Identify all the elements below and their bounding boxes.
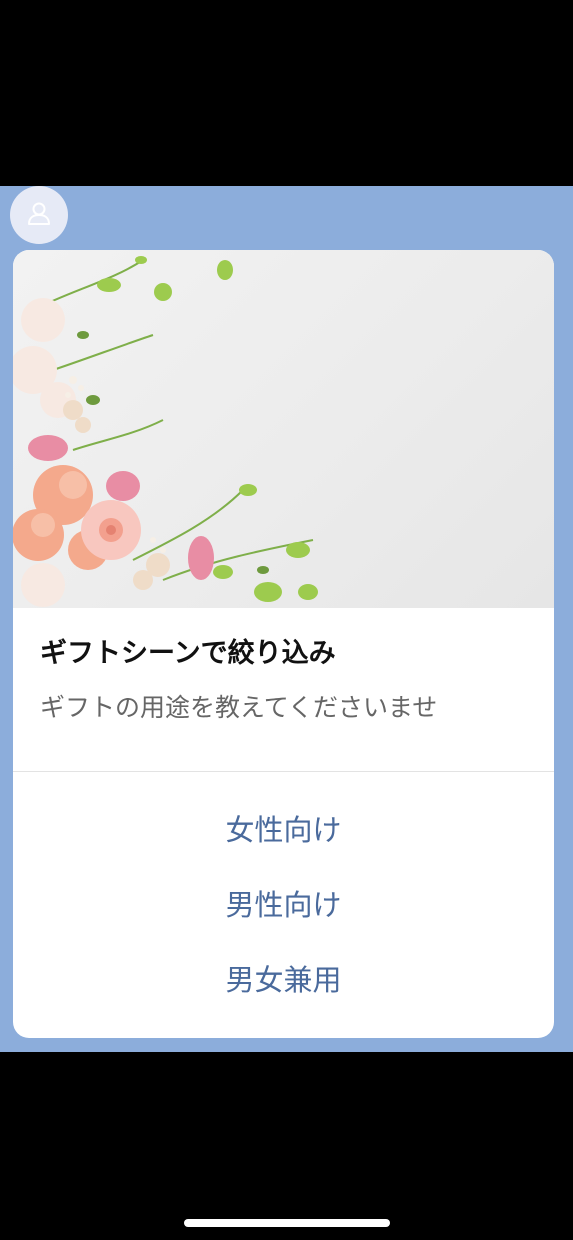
home-indicator bbox=[184, 1219, 390, 1227]
action-list: 女性向け 男性向け 男女兼用 bbox=[13, 772, 554, 1018]
card-body: ギフトシーンで絞り込み ギフトの用途を教えてくださいませ bbox=[13, 608, 554, 771]
screen: ギフトシーンで絞り込み ギフトの用途を教えてくださいませ 女性向け 男性向け 男… bbox=[0, 0, 573, 1240]
flex-message-card: ギフトシーンで絞り込み ギフトの用途を教えてくださいませ 女性向け 男性向け 男… bbox=[13, 250, 554, 1038]
action-button-women[interactable]: 女性向け bbox=[13, 793, 554, 868]
hero-image-flowers bbox=[13, 250, 554, 608]
action-button-men[interactable]: 男性向け bbox=[13, 868, 554, 943]
card-title: ギフトシーンで絞り込み bbox=[40, 638, 336, 669]
action-button-unisex[interactable]: 男女兼用 bbox=[13, 943, 554, 1018]
user-icon bbox=[26, 200, 52, 230]
card-subtitle: ギフトの用途を教えてくださいませ bbox=[40, 693, 438, 722]
bot-avatar[interactable] bbox=[10, 186, 68, 244]
chat-area: ギフトシーンで絞り込み ギフトの用途を教えてくださいませ 女性向け 男性向け 男… bbox=[0, 186, 573, 1052]
